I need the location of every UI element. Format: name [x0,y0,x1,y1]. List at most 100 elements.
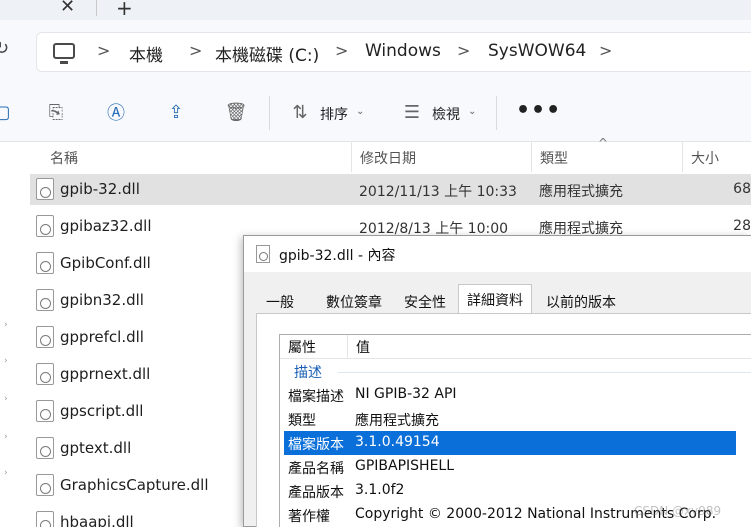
dll-file-icon [36,511,54,527]
tab-general[interactable]: 一般 [266,291,294,314]
dll-file-icon [36,326,54,348]
sort-icon[interactable]: ⇅ [288,100,312,124]
chevron-right-icon[interactable]: > [97,41,110,60]
chevron-down-icon[interactable]: ⌄ [356,106,364,117]
share-icon[interactable]: ⇪ [164,100,188,124]
property-row[interactable]: 產品版本 3.1.0f2 [284,479,736,503]
paste-icon[interactable]: ⎘ [44,100,68,124]
chevron-right-icon[interactable]: > [335,41,348,60]
column-separator[interactable] [347,335,348,359]
file-row[interactable]: gpib-32.dll 2012/11/13 上午 10:33 應用程式擴充 6… [30,174,751,205]
column-header-name[interactable]: 名稱 [42,142,78,172]
tab-strip: ✕ + [0,0,751,20]
dll-file-icon [36,215,54,237]
group-description: 描述 [294,365,322,381]
tab-previous-versions[interactable]: 以前的版本 [546,291,616,314]
toolbar-separator [496,96,497,130]
column-header-size[interactable]: 大小 [683,142,719,172]
dll-file-icon [36,289,54,311]
toolbar-separator [269,96,270,130]
breadcrumb-this-pc[interactable]: 本機 [129,41,163,66]
nav-chevron-icon[interactable]: › [4,468,8,478]
tab-details[interactable]: 詳細資料 [458,284,532,314]
sort-ascending-icon: ^ [598,136,609,150]
file-modified: 2012/11/13 上午 10:33 [359,184,517,200]
view-button[interactable]: 檢視 [432,104,460,124]
nav-chevron-icon[interactable]: › [4,394,8,404]
breadcrumb-syswow64[interactable]: SysWOW64 [488,41,586,61]
file-name: gpscript.dll [60,402,144,420]
property-key: 檔案版本 [288,437,344,453]
property-key: 產品版本 [288,485,344,501]
dialog-title-bar[interactable]: gpib-32.dll - 內容 [244,236,751,272]
nav-chevron-icon[interactable]: › [4,356,8,366]
property-value: GPIBAPISHELL [355,458,455,474]
delete-icon[interactable]: 🗑 [224,100,248,124]
file-name: gpprefcl.dll [60,328,144,346]
breadcrumb-local-disk[interactable]: 本機磁碟 (C:) [215,41,319,66]
properties-dialog: gpib-32.dll - 內容 一般 數位簽章 安全性 詳細資料 以前的版本 … [243,235,751,527]
more-options-icon[interactable]: ••• [516,98,561,123]
nav-chevron-icon[interactable]: › [4,320,8,330]
header-value[interactable]: 值 [356,337,370,357]
column-header-modified[interactable]: 修改日期 [352,142,416,172]
property-value: 3.1.0.49154 [355,434,440,450]
property-value: 3.1.0f2 [355,482,405,498]
file-name: gpibn32.dll [60,291,144,309]
property-row[interactable]: 類型 應用程式擴充 [284,407,736,431]
file-name: gpib-32.dll [60,180,140,198]
tab-digital-signatures[interactable]: 數位簽章 [326,291,382,314]
property-key: 產品名稱 [288,461,344,477]
dialog-title: gpib-32.dll - 內容 [279,248,396,264]
property-key: 著作權 [288,509,330,525]
property-key: 類型 [288,413,316,429]
navigation-pane[interactable]: › › › › › [0,142,30,527]
chevron-right-icon[interactable]: > [189,41,202,60]
file-type: 應用程式擴充 [539,184,623,200]
file-name: gpibaz32.dll [60,217,152,235]
file-name: GpibConf.dll [60,254,151,272]
details-panel: 屬性 值 描述 檔案描述 NI GPIB-32 API 類型 應用程式擴充 檔案… [256,314,751,527]
this-pc-icon [53,43,75,64]
tab-security[interactable]: 安全性 [404,291,446,314]
watermark: CSDN @xy989 [634,504,722,518]
property-row[interactable]: 檔案描述 NI GPIB-32 API [284,383,736,407]
sort-button[interactable]: 排序 [320,104,348,124]
file-name: GraphicsCapture.dll [60,476,209,494]
command-bar: ▢ ⎘ Ⓐ ⇪ 🗑 ⇅ 排序 ⌄ ☰ 檢視 ⌄ ••• [0,84,751,142]
property-key: 檔案描述 [288,389,344,405]
property-value: NI GPIB-32 API [355,386,457,402]
new-tab-icon[interactable]: + [116,0,133,20]
property-row[interactable]: 產品名稱 GPIBAPISHELL [284,455,736,479]
property-row-selected[interactable]: 檔案版本 3.1.0.49154 [284,431,736,455]
address-row: ↻ > 本機 > 本機磁碟 (C:) > Windows > SysWOW64 … [0,20,751,84]
address-bar[interactable]: > 本機 > 本機磁碟 (C:) > Windows > SysWOW64 > [36,32,751,72]
chevron-right-icon[interactable]: > [457,41,470,60]
dll-file-icon [36,400,54,422]
chevron-right-icon[interactable]: > [599,41,612,60]
refresh-icon[interactable]: ↻ [0,38,9,59]
dll-file-icon [36,437,54,459]
column-header-type[interactable]: 類型 [532,142,568,172]
close-tab-icon[interactable]: ✕ [60,0,75,17]
breadcrumb-windows[interactable]: Windows [365,41,441,61]
file-size: 28 [733,218,751,234]
dll-file-icon [36,363,54,385]
nav-chevron-icon[interactable]: › [4,432,8,442]
file-name: hbaapi.dll [60,513,134,527]
header-property[interactable]: 屬性 [288,337,316,357]
file-size: 68 [733,181,751,197]
new-item-icon[interactable]: ▢ [0,100,14,124]
rename-icon[interactable]: Ⓐ [104,100,128,124]
dll-file-icon [36,474,54,496]
file-name: gpprnext.dll [60,365,151,383]
dll-file-icon [36,178,54,200]
view-icon[interactable]: ☰ [400,100,424,124]
property-value: 應用程式擴充 [355,413,439,429]
dll-file-icon [36,252,54,274]
tab-separator [96,0,97,16]
chevron-down-icon[interactable]: ⌄ [468,106,476,117]
group-divider [338,372,751,373]
property-list-header: 屬性 值 [280,335,751,359]
property-list[interactable]: 屬性 值 描述 檔案描述 NI GPIB-32 API 類型 應用程式擴充 檔案… [279,334,751,527]
